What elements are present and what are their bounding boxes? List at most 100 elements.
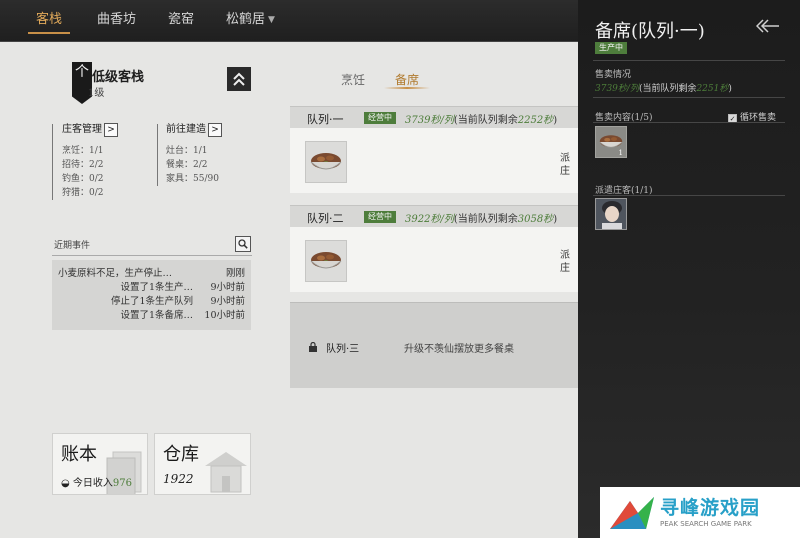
- queue-dispatch-text-line: 派: [560, 250, 570, 261]
- tab-banquet[interactable]: 备席: [395, 71, 419, 88]
- event-time: 刚刚: [225, 268, 245, 279]
- build-line: 家具：55/90: [166, 174, 219, 184]
- event-text: 设置了1条生产…: [120, 282, 193, 293]
- tab-banquet-label: 备席: [395, 73, 420, 87]
- queue-remain-close: ): [553, 214, 558, 225]
- event-time: 10小时前: [204, 310, 245, 321]
- tab-quxiangfang-label: 曲香坊: [97, 12, 137, 27]
- event-time: 9小时前: [210, 282, 245, 293]
- panel-title: 备席(队列·一): [595, 21, 705, 42]
- sale-stat: 3739秒/列(当前队列剩余2251秒): [595, 81, 732, 94]
- tab-ciyao[interactable]: 瓷窑: [168, 0, 194, 40]
- watermark-logo-icon: [610, 497, 654, 529]
- locked-queue-name: 队列·三: [326, 344, 360, 355]
- event-item: 停止了1条生产队列 9小时前: [58, 295, 245, 309]
- queue-rate: 3922秒/列: [405, 214, 454, 225]
- queue-name: 队列·二: [307, 212, 344, 225]
- sale-food-slot[interactable]: 1: [595, 126, 627, 158]
- watermark-text: 寻峰游戏园: [660, 497, 761, 519]
- ledger-income: ◒ 今日收入976: [61, 474, 132, 489]
- tab-songheju[interactable]: 松鹤居 ▼: [226, 0, 275, 40]
- watermark-subtext: PEAK SEARCH GAME PARK: [660, 520, 752, 528]
- event-text: 小麦原料不足，生产停止…: [58, 268, 173, 279]
- management-line: 狩猎：0/2: [62, 188, 104, 198]
- status-badge: 生产中: [595, 42, 627, 54]
- queue-remain-label: (当前队列剩余: [453, 214, 518, 225]
- guest-portrait-icon: [596, 199, 626, 229]
- ledger-income-value: 976: [112, 478, 133, 489]
- management-arrow-button[interactable]: >: [104, 122, 118, 137]
- management-line: 招待：2/2: [62, 160, 104, 170]
- events-label: 近期事件: [54, 241, 91, 251]
- warehouse-value: 1922: [163, 472, 194, 486]
- locked-queue[interactable]: 队列·三 升级不羡仙摆放更多餐桌: [290, 302, 578, 388]
- management-divider: [52, 124, 53, 200]
- queue-name: 队列·一: [307, 113, 344, 126]
- event-text: 设置了1条备席…: [120, 310, 193, 321]
- food-slot[interactable]: [305, 240, 347, 282]
- queue-dispatch-text: 派 庄: [560, 249, 570, 275]
- build-header: 前往建造 >: [166, 122, 222, 138]
- sale-remain-label: (当前队列剩余: [638, 84, 697, 94]
- ledger-income-label: 今日收入: [72, 478, 113, 489]
- tab-quxiangfang[interactable]: 曲香坊: [97, 0, 136, 40]
- ledger-title: 账本: [61, 444, 97, 465]
- magnifier-icon[interactable]: [235, 236, 251, 252]
- events-divider: [52, 255, 252, 256]
- warehouse-title: 仓库: [163, 444, 199, 465]
- queue-header[interactable]: 队列·二 经营中 3922秒/列(当前队列剩余3058秒): [290, 205, 578, 227]
- queue-header[interactable]: 队列·一 经营中 3739秒/列(当前队列剩余2252秒): [290, 106, 578, 128]
- queue-remain-label: (当前队列剩余: [453, 115, 518, 126]
- sale-rate: 3739秒/列: [595, 84, 639, 94]
- build-section: 前往建造 > 灶台：1/1 餐桌：2/2 家具：55/90: [166, 122, 222, 186]
- sale-remain-close: ): [728, 84, 732, 94]
- tab-songheju-label: 松鹤居: [226, 12, 266, 27]
- status-badge: 经营中: [364, 112, 396, 124]
- food-bowl-icon: [310, 153, 342, 170]
- tab-cooking[interactable]: 烹饪: [341, 71, 365, 88]
- queue-dispatch-text-line: 庄: [560, 166, 570, 177]
- management-title: 庄客管理: [62, 124, 102, 135]
- build-divider: [157, 124, 158, 186]
- queue-remain-value: 2252秒: [517, 115, 554, 126]
- back-arrow-icon[interactable]: [755, 18, 780, 38]
- build-line: 餐桌：2/2: [166, 160, 208, 170]
- status-badge: 经营中: [364, 211, 396, 223]
- watermark: 寻峰游戏园 PEAK SEARCH GAME PARK: [600, 487, 800, 538]
- warehouse-card[interactable]: 仓库 1922: [154, 433, 251, 495]
- top-nav-bar: 客栈 曲香坊 瓷窑 松鹤居 ▼: [0, 0, 578, 42]
- avatar[interactable]: [595, 198, 627, 230]
- tab-inn[interactable]: 客栈: [27, 0, 71, 40]
- tab-inn-label: 客栈: [36, 12, 63, 27]
- event-item: 设置了1条生产… 9小时前: [58, 281, 245, 295]
- build-arrow-button[interactable]: >: [208, 122, 222, 137]
- locked-queue-hint: 升级不羡仙摆放更多餐桌: [404, 344, 514, 355]
- queue-detail-panel: 备席(队列·一) 生产中 售卖情况 3739秒/列(当前队列剩余2251秒) 售…: [578, 0, 800, 538]
- tab-ciyao-label: 瓷窑: [168, 12, 195, 27]
- queue-rate: 3739秒/列: [405, 115, 454, 126]
- food-slot[interactable]: [305, 141, 347, 183]
- panel-divider: [593, 195, 785, 196]
- queue-dispatch-text: 派 庄: [560, 152, 570, 178]
- management-line: 烹饪：1/1: [62, 146, 104, 156]
- event-item: 小麦原料不足，生产停止… 刚刚: [58, 267, 245, 281]
- event-time: 9小时前: [210, 296, 245, 307]
- warehouse-building-icon: [205, 452, 247, 493]
- queue-remain-value: 3058秒: [517, 214, 554, 225]
- queue-body: 派 庄: [290, 227, 578, 292]
- build-title: 前往建造: [166, 124, 206, 135]
- event-text: 停止了1条生产队列: [110, 296, 193, 307]
- caret-down-icon: ▼: [268, 15, 275, 25]
- sale-remain-value: 2251秒: [696, 84, 729, 94]
- lock-icon: [308, 341, 318, 355]
- queue-stat: 3922秒/列(当前队列剩余3058秒): [405, 210, 557, 225]
- ledger-card[interactable]: 账本 ◒ 今日收入976: [52, 433, 148, 495]
- build-line: 灶台：1/1: [166, 146, 208, 156]
- events-list: 小麦原料不足，生产停止… 刚刚 设置了1条生产… 9小时前 停止了1条生产队列 …: [52, 260, 251, 330]
- food-count: 1: [618, 149, 623, 157]
- double-chevron-up-icon[interactable]: [227, 67, 251, 91]
- panel-divider: [593, 60, 785, 61]
- management-section: 庄客管理 > 烹饪：1/1 招待：2/2 钓鱼：0/2 狩猎：0/2: [62, 122, 118, 200]
- sale-label: 售卖情况: [595, 70, 632, 80]
- queue-dispatch-text-line: 庄: [560, 263, 570, 274]
